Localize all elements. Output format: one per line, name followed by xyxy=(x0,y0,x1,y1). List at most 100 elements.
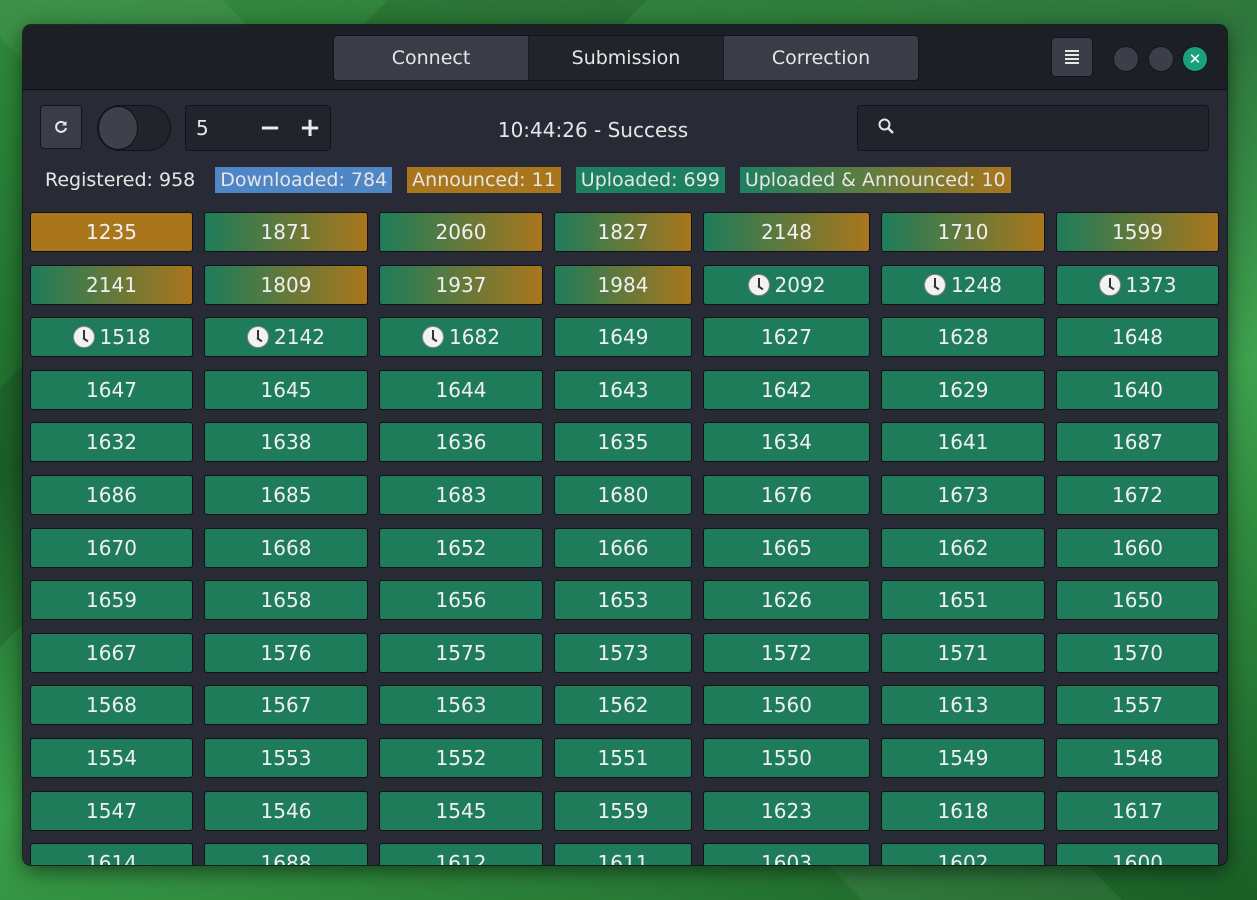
submission-button[interactable]: 1827 xyxy=(554,212,692,252)
hamburger-menu-button[interactable] xyxy=(1051,37,1093,77)
submission-button[interactable]: 1809 xyxy=(204,264,368,305)
submission-button[interactable]: 1572 xyxy=(703,632,870,673)
search-input[interactable] xyxy=(908,106,1202,150)
submission-button[interactable]: 1660 xyxy=(1056,527,1219,568)
submission-button[interactable]: 1373 xyxy=(1056,264,1219,305)
submission-button[interactable]: 1632 xyxy=(30,422,193,463)
submission-button[interactable]: 1656 xyxy=(379,580,543,621)
submission-button[interactable]: 1548 xyxy=(1056,738,1219,778)
submission-button[interactable]: 1554 xyxy=(30,738,193,778)
submission-button[interactable]: 1640 xyxy=(1056,369,1219,410)
submission-button[interactable]: 1628 xyxy=(881,317,1045,358)
submission-button[interactable]: 1653 xyxy=(554,580,692,621)
submission-button[interactable]: 1686 xyxy=(30,475,193,515)
submission-button[interactable]: 1518 xyxy=(30,317,193,358)
submission-button[interactable]: 1668 xyxy=(204,527,368,568)
submission-button[interactable]: 1688 xyxy=(204,843,368,865)
submission-button[interactable]: 2092 xyxy=(703,264,870,305)
submission-button[interactable]: 1648 xyxy=(1056,317,1219,358)
tab-submission[interactable]: Submission xyxy=(529,36,724,80)
submission-button[interactable]: 1642 xyxy=(703,369,870,410)
submission-button[interactable]: 1563 xyxy=(379,685,543,726)
submission-button[interactable]: 1550 xyxy=(703,738,870,778)
submission-button[interactable]: 1552 xyxy=(379,738,543,778)
submission-button[interactable]: 1560 xyxy=(703,685,870,726)
submission-button[interactable]: 1626 xyxy=(703,580,870,621)
submission-button[interactable]: 1602 xyxy=(881,843,1045,865)
submission-button[interactable]: 1612 xyxy=(379,843,543,865)
submission-button[interactable]: 1662 xyxy=(881,527,1045,568)
submission-button[interactable]: 1871 xyxy=(204,212,368,252)
submission-button[interactable]: 1937 xyxy=(379,264,543,305)
submission-button[interactable]: 1562 xyxy=(554,685,692,726)
submission-button[interactable]: 1667 xyxy=(30,632,193,673)
submission-button[interactable]: 1553 xyxy=(204,738,368,778)
submission-button[interactable]: 1573 xyxy=(554,632,692,673)
submission-button[interactable]: 1659 xyxy=(30,580,193,621)
submission-button[interactable]: 1666 xyxy=(554,527,692,568)
submission-button[interactable]: 1627 xyxy=(703,317,870,358)
submission-button[interactable]: 1618 xyxy=(881,790,1045,831)
submission-button[interactable]: 1645 xyxy=(204,369,368,410)
submission-button[interactable]: 1683 xyxy=(379,475,543,515)
submission-button[interactable]: 1984 xyxy=(554,264,692,305)
submission-button[interactable]: 1651 xyxy=(881,580,1045,621)
refresh-button[interactable] xyxy=(40,105,82,149)
tab-correction[interactable]: Correction xyxy=(724,36,918,80)
submission-button[interactable]: 1647 xyxy=(30,369,193,410)
submission-button[interactable]: 1576 xyxy=(204,632,368,673)
submission-button[interactable]: 1629 xyxy=(881,369,1045,410)
submission-button[interactable]: 1685 xyxy=(204,475,368,515)
submission-button[interactable]: 1570 xyxy=(1056,632,1219,673)
submission-button[interactable]: 1567 xyxy=(204,685,368,726)
increment-button[interactable]: + xyxy=(290,106,330,150)
submission-button[interactable]: 1248 xyxy=(881,264,1045,305)
submission-button[interactable]: 2142 xyxy=(204,317,368,358)
submission-button[interactable]: 1658 xyxy=(204,580,368,621)
submission-button[interactable]: 1672 xyxy=(1056,475,1219,515)
submission-button[interactable]: 1559 xyxy=(554,790,692,831)
close-button[interactable]: ✕ xyxy=(1182,46,1208,72)
submission-button[interactable]: 1623 xyxy=(703,790,870,831)
submission-button[interactable]: 1557 xyxy=(1056,685,1219,726)
submission-button[interactable]: 1710 xyxy=(881,212,1045,252)
submission-button[interactable]: 1611 xyxy=(554,843,692,865)
submission-button[interactable]: 1687 xyxy=(1056,422,1219,463)
submission-button[interactable]: 1636 xyxy=(379,422,543,463)
submission-button[interactable]: 1652 xyxy=(379,527,543,568)
submission-button[interactable]: 1568 xyxy=(30,685,193,726)
submission-button[interactable]: 1614 xyxy=(30,843,193,865)
submission-button[interactable]: 1571 xyxy=(881,632,1045,673)
submission-button[interactable]: 1649 xyxy=(554,317,692,358)
submission-button[interactable]: 1235 xyxy=(30,212,193,252)
submission-button[interactable]: 1650 xyxy=(1056,580,1219,621)
submission-button[interactable]: 1676 xyxy=(703,475,870,515)
submission-button[interactable]: 1617 xyxy=(1056,790,1219,831)
submission-button[interactable]: 1665 xyxy=(703,527,870,568)
submission-button[interactable]: 1670 xyxy=(30,527,193,568)
submission-button[interactable]: 1643 xyxy=(554,369,692,410)
submission-button[interactable]: 1613 xyxy=(881,685,1045,726)
submission-button[interactable]: 1575 xyxy=(379,632,543,673)
submission-button[interactable]: 1680 xyxy=(554,475,692,515)
tab-connect[interactable]: Connect xyxy=(334,36,529,80)
submission-button[interactable]: 1673 xyxy=(881,475,1045,515)
maximize-button[interactable] xyxy=(1148,46,1174,72)
decrement-button[interactable]: − xyxy=(250,106,290,150)
submission-button[interactable]: 1599 xyxy=(1056,212,1219,252)
submission-button[interactable]: 1634 xyxy=(703,422,870,463)
submission-button[interactable]: 1545 xyxy=(379,790,543,831)
submission-button[interactable]: 1635 xyxy=(554,422,692,463)
submission-button[interactable]: 1549 xyxy=(881,738,1045,778)
submission-button[interactable]: 2141 xyxy=(30,264,193,305)
submission-button[interactable]: 2148 xyxy=(703,212,870,252)
submission-button[interactable]: 1551 xyxy=(554,738,692,778)
interval-value[interactable]: 5 xyxy=(186,116,250,140)
submission-button[interactable]: 2060 xyxy=(379,212,543,252)
submission-button[interactable]: 1547 xyxy=(30,790,193,831)
submission-button[interactable]: 1644 xyxy=(379,369,543,410)
submission-button[interactable]: 1682 xyxy=(379,317,543,358)
submission-button[interactable]: 1603 xyxy=(703,843,870,865)
minimize-button[interactable] xyxy=(1113,46,1139,72)
submission-button[interactable]: 1638 xyxy=(204,422,368,463)
